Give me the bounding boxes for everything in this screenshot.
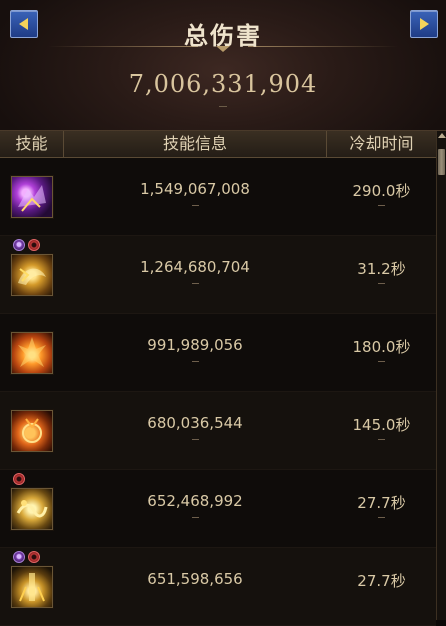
golden-wave-skill-icon (11, 488, 53, 530)
divider (192, 361, 199, 362)
rune-red-icon (28, 239, 40, 251)
skill-damage-value: 991,989,056 (147, 336, 243, 354)
scrollbar[interactable] (436, 131, 446, 620)
total-damage-value: 7,006,331,904 (128, 70, 318, 98)
rune-red-icon (13, 473, 25, 485)
divider (192, 205, 199, 206)
fire-orb-skill-icon (11, 410, 53, 452)
table-header: 技能 技能信息 冷却时间 (0, 131, 436, 158)
skill-cooldown-value: 27.7秒 (357, 572, 406, 590)
table-row[interactable]: 1,264,680,704 31.2秒 (0, 236, 436, 314)
divider (378, 361, 385, 362)
skill-damage-value: 1,549,067,008 (140, 180, 250, 198)
rune-badges (13, 473, 28, 486)
divider (219, 106, 227, 107)
table-row[interactable]: 652,468,992 27.7秒 (0, 470, 436, 548)
skill-cooldown-value: 31.2秒 (357, 260, 406, 278)
rune-badges (13, 551, 43, 564)
table-row[interactable]: 1,549,067,008 290.0秒 (0, 158, 436, 236)
skill-cooldown-value: 27.7秒 (357, 494, 406, 512)
divider (378, 439, 385, 440)
total-damage-header: 总伤害 7,006,331,904 (0, 0, 446, 131)
column-header-skill-info[interactable]: 技能信息 (64, 131, 327, 157)
golden-dragon-skill-icon (11, 254, 53, 296)
golden-pillar-skill-icon (11, 566, 53, 608)
rune-red-icon (28, 551, 40, 563)
rune-purple-icon (13, 551, 25, 563)
chevron-down-icon (216, 46, 230, 52)
skill-damage-value: 652,468,992 (147, 492, 243, 510)
skill-cooldown-value: 145.0秒 (352, 416, 411, 434)
flame-burst-skill-icon (11, 332, 53, 374)
skill-damage-value: 651,598,656 (147, 570, 243, 588)
rune-badges (13, 239, 43, 252)
divider (192, 517, 199, 518)
scrollbar-thumb[interactable] (438, 149, 445, 175)
skill-damage-list: 1,549,067,008 290.0秒 1,264,680,704 31.2秒… (0, 158, 436, 626)
skill-cooldown-value: 180.0秒 (352, 338, 411, 356)
divider (192, 439, 199, 440)
rune-purple-icon (13, 239, 25, 251)
skill-damage-value: 680,036,544 (147, 414, 243, 432)
column-header-cooldown[interactable]: 冷却时间 (327, 131, 436, 157)
scroll-up-arrow-icon[interactable] (438, 133, 446, 138)
table-row[interactable]: 991,989,056 180.0秒 (0, 314, 436, 392)
skill-damage-value: 1,264,680,704 (140, 258, 250, 276)
table-row[interactable]: 651,598,656 27.7秒 (0, 548, 436, 626)
purple-fist-skill-icon (11, 176, 53, 218)
divider (378, 205, 385, 206)
skill-cooldown-value: 290.0秒 (352, 182, 411, 200)
divider (378, 283, 385, 284)
divider (378, 517, 385, 518)
table-row[interactable]: 680,036,544 145.0秒 (0, 392, 436, 470)
divider (192, 283, 199, 284)
column-header-skill[interactable]: 技能 (0, 131, 64, 157)
